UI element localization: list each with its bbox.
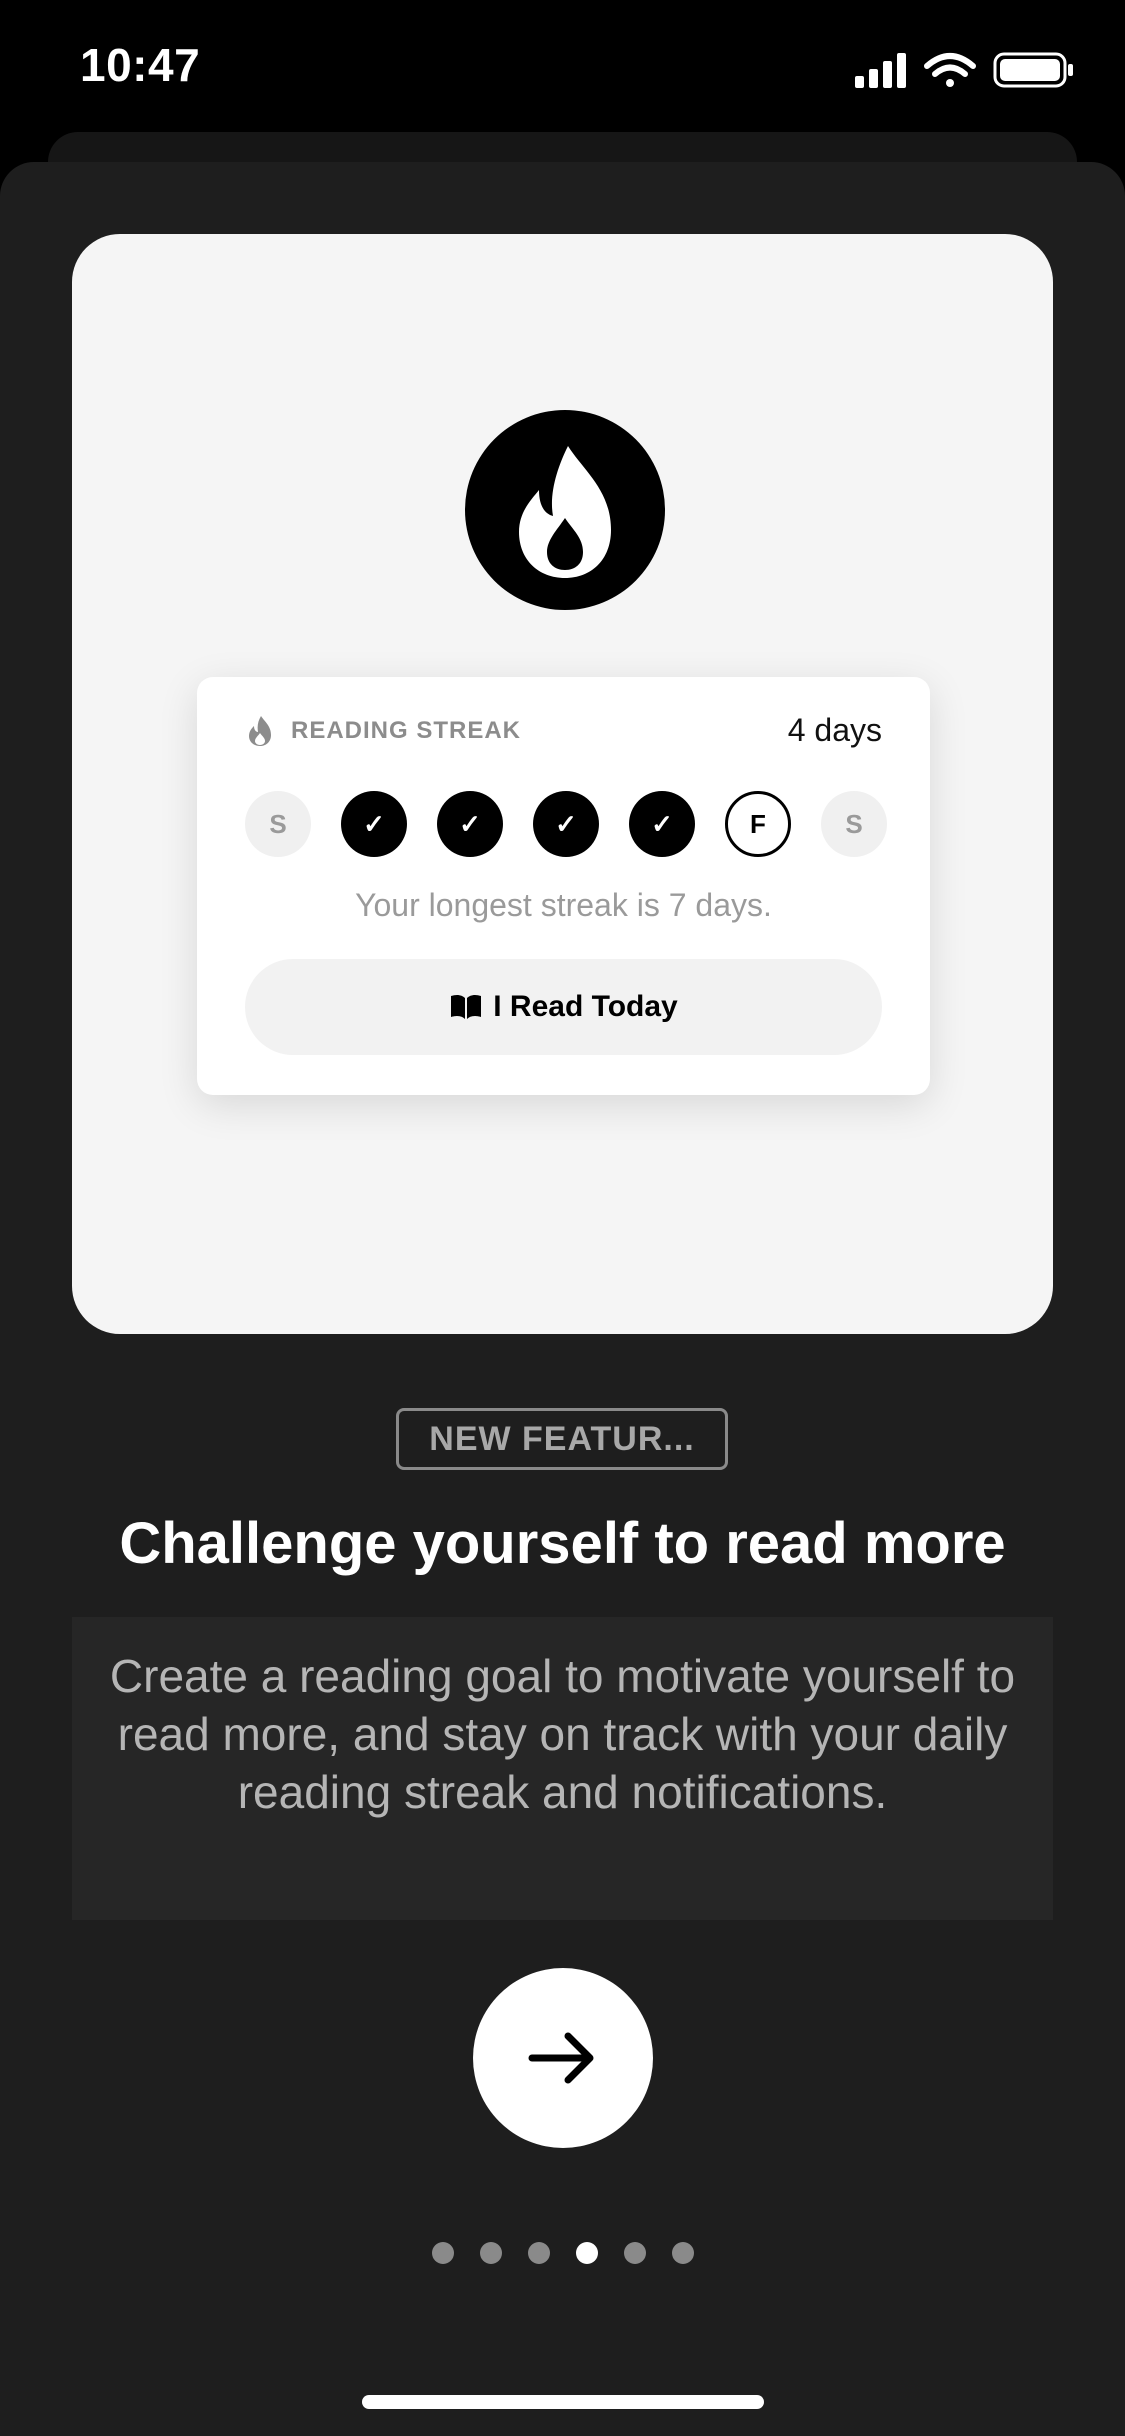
new-feature-badge: NEW FEATUR... bbox=[396, 1408, 728, 1470]
day-wednesday-check: ✓ bbox=[533, 791, 599, 857]
page-dot[interactable] bbox=[432, 2242, 454, 2264]
flame-icon bbox=[465, 410, 665, 610]
page-dot-active[interactable] bbox=[576, 2242, 598, 2264]
battery-icon bbox=[993, 52, 1073, 88]
status-time: 10:47 bbox=[80, 39, 201, 91]
day-monday-check: ✓ bbox=[341, 791, 407, 857]
reading-streak-card: READING STREAK 4 days S ✓ ✓ ✓ ✓ F S Your… bbox=[197, 677, 930, 1095]
longest-streak-text: Your longest streak is 7 days. bbox=[355, 887, 772, 923]
i-read-today-button[interactable]: I Read Today bbox=[245, 959, 882, 1055]
feature-description: Create a reading goal to motivate yourse… bbox=[109, 1650, 1016, 1818]
page-dot[interactable] bbox=[672, 2242, 694, 2264]
streak-day-count: 4 days bbox=[787, 712, 882, 748]
day-thursday-check: ✓ bbox=[629, 791, 695, 857]
arrow-right-icon bbox=[528, 2032, 594, 2084]
streak-flame-icon bbox=[249, 716, 271, 746]
status-bar: 10:47 bbox=[0, 0, 1125, 135]
feature-title: Challenge yourself to read more bbox=[119, 1511, 1006, 1576]
page-dot[interactable] bbox=[480, 2242, 502, 2264]
signal-wifi-battery-icons bbox=[855, 52, 1073, 88]
signal-icon bbox=[855, 53, 906, 88]
page-indicator bbox=[430, 2242, 700, 2266]
day-saturday: S bbox=[821, 791, 887, 857]
home-indicator[interactable] bbox=[362, 2395, 764, 2409]
wifi-icon bbox=[924, 53, 976, 87]
status-icons bbox=[855, 50, 1085, 90]
day-sunday: S bbox=[245, 791, 311, 857]
open-book-icon bbox=[451, 994, 482, 1019]
next-button[interactable] bbox=[473, 1968, 653, 2148]
page-dot[interactable] bbox=[624, 2242, 646, 2264]
streak-label: READING STREAK bbox=[291, 717, 522, 744]
day-tuesday-check: ✓ bbox=[437, 791, 503, 857]
description-container: Create a reading goal to motivate yourse… bbox=[72, 1617, 1053, 1920]
i-read-today-label: I Read Today bbox=[493, 990, 678, 1023]
day-friday-today: F bbox=[725, 791, 791, 857]
page-dot[interactable] bbox=[528, 2242, 550, 2264]
